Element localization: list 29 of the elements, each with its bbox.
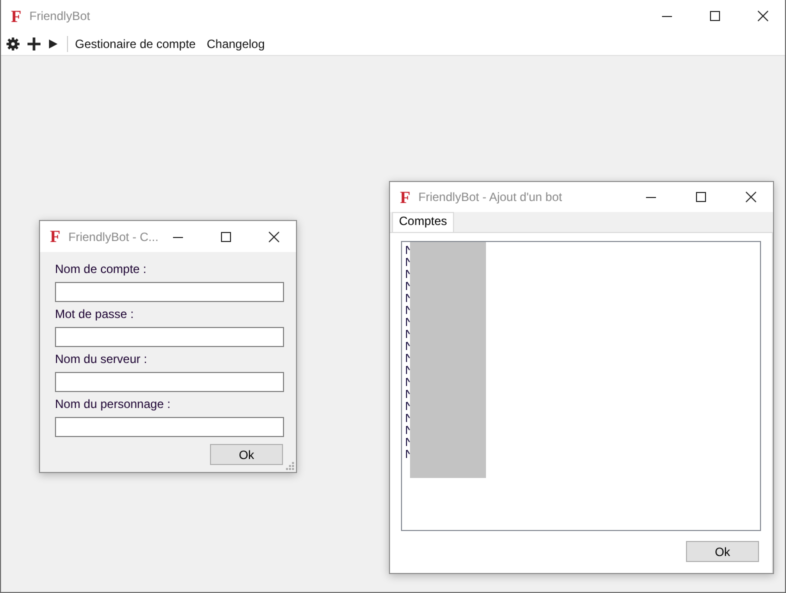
input-field[interactable] (55, 282, 284, 302)
settings-icon[interactable] (6, 36, 20, 50)
resize-grip-icon[interactable] (286, 462, 294, 470)
field-label: Nom du personnage : (55, 397, 172, 413)
window-title: FriendlyBot (29, 9, 92, 23)
ok-button[interactable]: Ok (686, 541, 759, 562)
menu-item[interactable]: Changelog (206, 36, 265, 50)
field-label: Nom de compte : (55, 262, 148, 278)
app-logo: F (400, 188, 410, 206)
field-label: Mot de passe : (55, 307, 135, 323)
window-title: FriendlyBot - C... (68, 230, 160, 244)
input-field[interactable] (55, 417, 284, 437)
close-icon[interactable] (757, 10, 769, 22)
menu-item[interactable]: Gestionaire de compte (75, 36, 196, 50)
app-logo: F (50, 228, 60, 245)
window-title: FriendlyBot - Ajout d'un bot (418, 190, 564, 204)
input-field[interactable] (55, 372, 284, 392)
close-icon[interactable] (268, 230, 280, 242)
tab[interactable]: Comptes (392, 212, 454, 232)
app-logo: F (11, 8, 22, 24)
field-label: Nom du serveur : (55, 352, 148, 368)
play-icon[interactable] (48, 38, 58, 48)
input-field[interactable] (55, 327, 284, 347)
maximize-icon[interactable] (695, 191, 707, 203)
maximize-icon[interactable] (220, 230, 232, 242)
close-icon[interactable] (745, 191, 757, 203)
maximize-icon[interactable] (709, 10, 721, 22)
ok-button[interactable]: Ok (210, 444, 283, 465)
add-icon[interactable] (27, 36, 41, 50)
